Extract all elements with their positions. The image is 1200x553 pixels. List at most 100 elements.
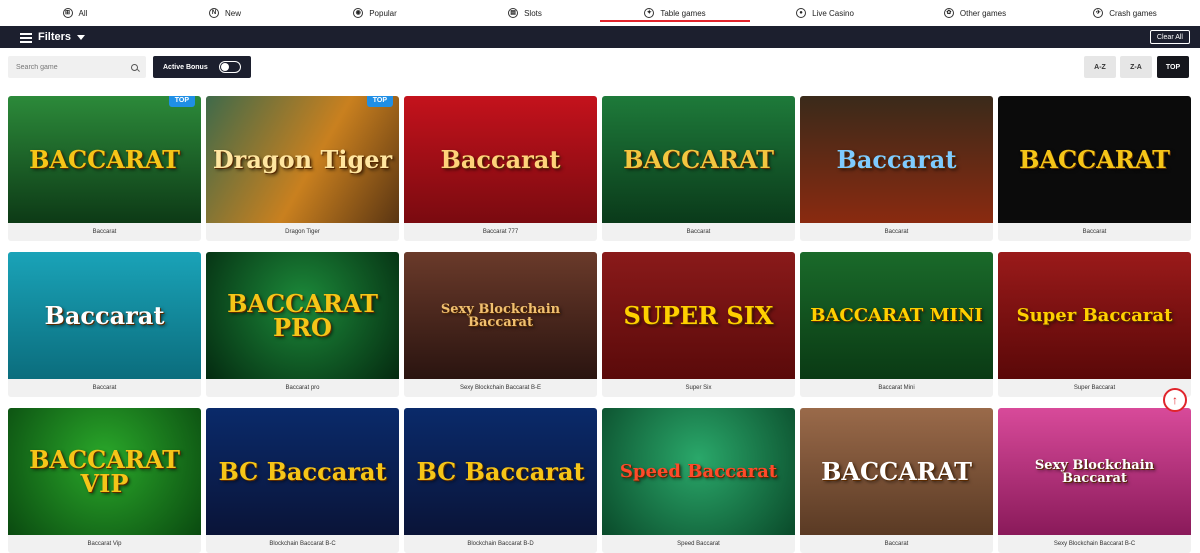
game-card[interactable]: BC Baccarat Blockchain Baccarat B-C <box>206 408 399 553</box>
arrow-up-icon: ↑ <box>1172 393 1178 407</box>
game-logo: BACCARAT <box>1019 144 1170 174</box>
game-card[interactable]: Baccarat Baccarat <box>800 96 993 241</box>
game-card[interactable]: Sexy Blockchain Baccarat Sexy Blockchain … <box>404 252 597 397</box>
grid-icon: ⊞ <box>62 8 73 18</box>
search-input[interactable] <box>16 63 131 71</box>
game-thumbnail[interactable]: BC Baccarat <box>404 408 597 535</box>
game-card[interactable]: Baccarat Baccarat <box>8 252 201 397</box>
clear-all-button[interactable]: Clear All <box>1149 30 1190 44</box>
game-name: Baccarat Vip <box>87 541 122 547</box>
game-thumbnail[interactable]: BACCARAT PRO <box>206 252 399 379</box>
game-name: Baccarat <box>884 541 909 547</box>
live-casino-icon: ● <box>796 8 807 18</box>
tab-popular[interactable]: ◉ Popular <box>300 0 450 26</box>
game-card[interactable]: Sexy Blockchain Baccarat Sexy Blockchain … <box>998 408 1191 553</box>
tab-label: Slots <box>524 8 542 18</box>
game-name: Baccarat pro <box>285 385 320 391</box>
filters-label: Filters <box>38 31 72 43</box>
game-logo: Sexy Blockchain Baccarat <box>1034 457 1155 486</box>
game-card[interactable]: Baccarat Baccarat 777 <box>404 96 597 241</box>
game-thumbnail[interactable]: Baccarat <box>800 96 993 223</box>
game-logo: BACCARAT <box>623 144 774 174</box>
game-card[interactable]: BACCARAT VIP Baccarat Vip <box>8 408 201 553</box>
game-thumbnail[interactable]: Baccarat <box>404 96 597 223</box>
game-logo: Baccarat <box>836 144 957 174</box>
game-card[interactable]: Super Baccarat Super Baccarat <box>998 252 1191 397</box>
game-card[interactable]: Speed Baccarat Speed Baccarat <box>602 408 795 553</box>
tab-other-games[interactable]: ✿ Other games <box>900 0 1050 26</box>
game-card[interactable]: SUPER SIX Super Six <box>602 252 795 397</box>
game-card[interactable]: BC Baccarat Blockchain Baccarat B-D <box>404 408 597 553</box>
tab-label: Table games <box>660 8 706 18</box>
table-games-icon: ✦ <box>644 8 655 18</box>
game-name: Baccarat Mini <box>878 385 915 391</box>
category-tabs: ⊞ All N New ◉ Popular ▤ Slots ✦ Table games ● Live … <box>0 0 1200 26</box>
popular-icon: ◉ <box>353 8 364 18</box>
tab-table-games[interactable]: ✦ Table games <box>600 0 750 26</box>
game-card[interactable]: BACCARAT MINI Baccarat Mini <box>800 252 993 397</box>
game-thumbnail[interactable]: BACCARAT <box>800 408 993 535</box>
game-logo: Sexy Blockchain Baccarat <box>440 301 561 330</box>
tab-crash-games[interactable]: ✈ Crash games <box>1050 0 1200 26</box>
filter-bar: Filters Clear All <box>0 26 1200 48</box>
sort-za-button[interactable]: Z-A <box>1120 56 1152 78</box>
chevron-down-icon <box>77 34 86 40</box>
game-logo: BACCARAT <box>821 456 972 486</box>
game-name: Baccarat <box>884 229 909 235</box>
game-logo: Speed Baccarat <box>619 460 778 482</box>
game-thumbnail[interactable]: BACCARAT VIP <box>8 408 201 535</box>
game-thumbnail[interactable]: Speed Baccarat <box>602 408 795 535</box>
game-name: Speed Baccarat <box>677 541 720 547</box>
tab-label: Popular <box>369 8 397 18</box>
game-thumbnail[interactable]: BACCARAT <box>998 96 1191 223</box>
tab-new[interactable]: N New <box>150 0 300 26</box>
game-card[interactable]: BACCARAT TOP Baccarat <box>8 96 201 241</box>
game-thumbnail[interactable]: SUPER SIX <box>602 252 795 379</box>
game-card[interactable]: Dragon Tiger TOP Dragon Tiger <box>206 96 399 241</box>
game-logo: Dragon Tiger <box>212 144 393 174</box>
game-card[interactable]: BACCARAT Baccarat <box>998 96 1191 241</box>
active-bonus-toggle[interactable]: Active Bonus <box>153 56 251 78</box>
top-badge: TOP <box>168 96 195 107</box>
search-icon[interactable] <box>131 63 138 71</box>
game-card[interactable]: BACCARAT Baccarat <box>800 408 993 553</box>
search-box <box>8 56 146 78</box>
tab-label: All <box>78 8 88 18</box>
game-card[interactable]: BACCARAT PRO Baccarat pro <box>206 252 399 397</box>
filters-button[interactable]: Filters <box>20 31 86 43</box>
game-thumbnail[interactable]: BACCARAT MINI <box>800 252 993 379</box>
sort-az-button[interactable]: A-Z <box>1084 56 1116 78</box>
game-name: Baccarat <box>1082 229 1107 235</box>
tab-slots[interactable]: ▤ Slots <box>450 0 600 26</box>
game-name: Super Baccarat <box>1073 385 1116 391</box>
game-name: Baccarat <box>92 229 117 235</box>
game-thumbnail[interactable]: BC Baccarat <box>206 408 399 535</box>
game-name: Baccarat <box>686 229 711 235</box>
game-logo: BACCARAT VIP <box>29 444 180 498</box>
tab-label: Live Casino <box>812 8 854 18</box>
crash-games-icon: ✈ <box>1093 8 1104 18</box>
tab-label: New <box>224 8 241 18</box>
game-thumbnail[interactable]: Sexy Blockchain Baccarat <box>404 252 597 379</box>
other-games-icon: ✿ <box>943 8 954 18</box>
game-logo: BC Baccarat <box>416 456 585 486</box>
game-card[interactable]: BACCARAT Baccarat <box>602 96 795 241</box>
new-icon: N <box>208 8 219 18</box>
game-thumbnail[interactable]: Super Baccarat <box>998 252 1191 379</box>
game-name: Baccarat <box>92 385 117 391</box>
game-thumbnail[interactable]: Baccarat <box>8 252 201 379</box>
game-thumbnail[interactable]: BACCARAT <box>602 96 795 223</box>
toggle-switch[interactable] <box>219 61 241 73</box>
sliders-icon <box>20 32 32 43</box>
game-logo: BC Baccarat <box>218 456 387 486</box>
game-thumbnail[interactable]: Dragon Tiger TOP <box>206 96 399 223</box>
game-name: Blockchain Baccarat B-C <box>269 541 336 547</box>
game-thumbnail[interactable]: BACCARAT TOP <box>8 96 201 223</box>
game-logo: BACCARAT <box>29 144 180 174</box>
tab-all[interactable]: ⊞ All <box>0 0 150 26</box>
tab-live-casino[interactable]: ● Live Casino <box>750 0 900 26</box>
sort-top-button[interactable]: TOP <box>1157 56 1189 78</box>
game-thumbnail[interactable]: Sexy Blockchain Baccarat <box>998 408 1191 535</box>
scroll-to-top-button[interactable]: ↑ <box>1163 388 1187 412</box>
game-logo: BACCARAT MINI <box>810 304 983 326</box>
